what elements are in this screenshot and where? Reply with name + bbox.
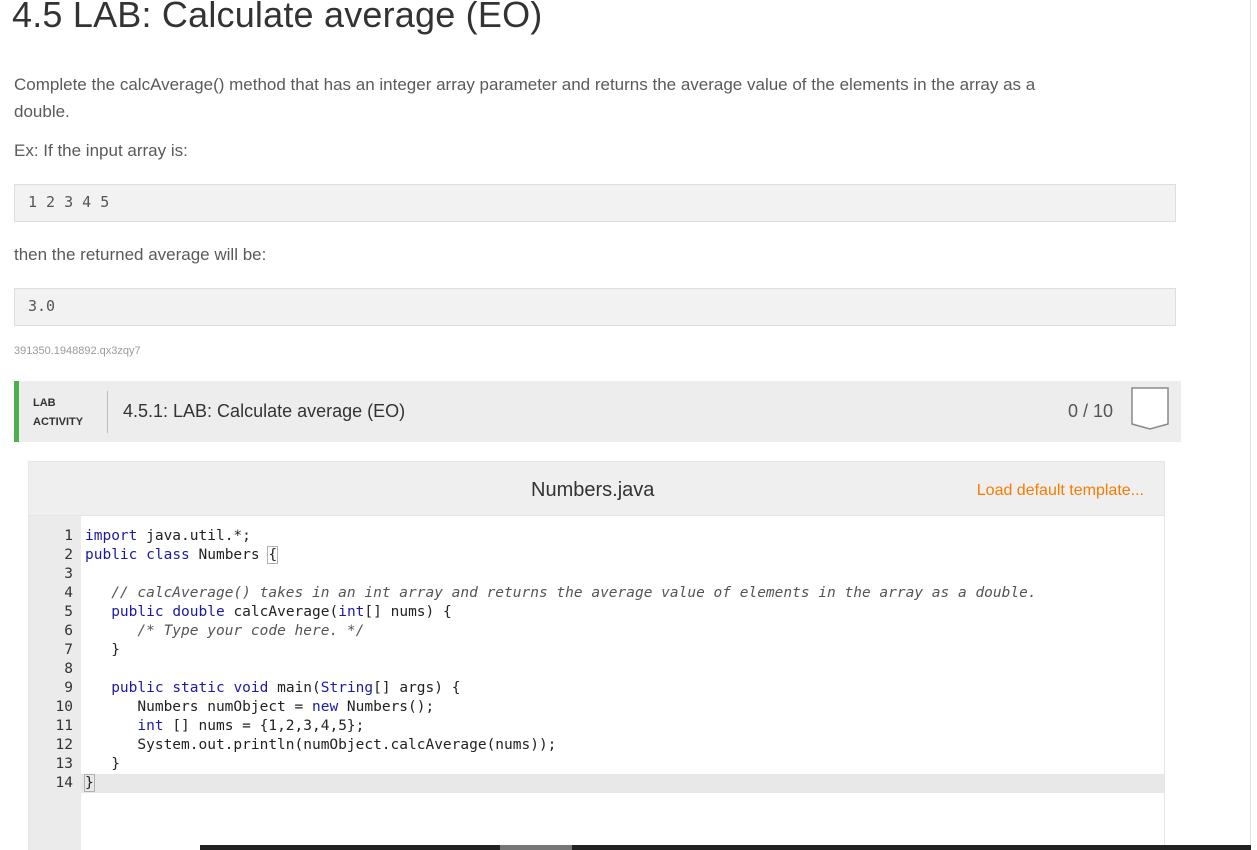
line-number: 6 (64, 623, 73, 639)
code-line[interactable]: int [] nums = {1,2,3,4,5}; (85, 717, 364, 736)
completion-badge-icon (1131, 387, 1169, 430)
code-line[interactable]: Numbers numObject = new Numbers(); (85, 698, 434, 717)
code-line[interactable]: public static void main(String[] args) { (85, 679, 460, 698)
line-number: 1 (64, 528, 73, 544)
lab-tag-line-1: LAB (33, 397, 56, 409)
lab-activity-name: 4.5.1: LAB: Calculate average (EO) (123, 401, 406, 421)
line-number: 12 (55, 737, 73, 753)
line-number: 3 (64, 566, 73, 582)
description-line-2: double. (14, 102, 70, 121)
file-name: Numbers.java (531, 479, 655, 501)
line-number-gutter: 1 2 3 4 5 6 7 8 9 10 11 12 13 14 (29, 516, 82, 850)
description-line-1: Complete the calcAverage() method that h… (14, 75, 1036, 94)
then-text: then the returned average will be: (14, 245, 267, 264)
code-text-area[interactable]: import java.util.*; public class Numbers… (81, 516, 1164, 850)
editor-header: Numbers.java Load default template... (29, 462, 1164, 516)
code-line[interactable]: } (85, 755, 120, 774)
line-number: 10 (55, 699, 73, 715)
load-default-template-link[interactable]: Load default template... (977, 482, 1144, 500)
lab-activity-header: LAB ACTIVITY 4.5.1: LAB: Calculate avera… (14, 381, 1181, 442)
active-line-highlight (81, 774, 1164, 793)
code-line[interactable]: import java.util.*; (85, 527, 251, 546)
line-number: 7 (64, 642, 73, 658)
code-line[interactable]: public class Numbers { (85, 546, 279, 565)
page-title: 4.5 LAB: Calculate average (EO) (12, 0, 543, 35)
line-number: 11 (55, 718, 73, 734)
lab-tag-line-2: ACTIVITY (33, 416, 84, 428)
line-number: 9 (64, 680, 73, 696)
line-number: 8 (64, 661, 73, 677)
line-number: 5 (64, 604, 73, 620)
line-number: 14 (55, 775, 73, 791)
code-line[interactable]: /* Type your code here. */ (85, 622, 364, 641)
line-number: 2 (64, 547, 73, 563)
code-line[interactable]: } (85, 641, 120, 660)
lab-header-divider (107, 391, 108, 433)
line-number: 4 (64, 585, 73, 601)
scrollbar-thumb[interactable] (500, 845, 572, 850)
code-line[interactable]: // calcAverage() takes in an int array a… (85, 584, 1036, 603)
lab-activity-tag: LAB ACTIVITY (33, 394, 83, 432)
lab-id: 391350.1948892.qx3zqy7 (14, 345, 141, 357)
code-line[interactable]: public double calcAverage(int[] nums) { (85, 603, 452, 622)
code-line[interactable]: System.out.println(numObject.calcAverage… (85, 736, 556, 755)
code-line[interactable]: } (84, 774, 95, 793)
code-editor: Numbers.java Load default template... 1 … (28, 461, 1165, 850)
line-number: 13 (55, 756, 73, 772)
example-output-box: 3.0 (14, 288, 1176, 326)
example-input-box: 1 2 3 4 5 (14, 184, 1176, 222)
page-right-border (1250, 0, 1251, 850)
lab-score: 0 / 10 (1068, 401, 1114, 421)
example-intro: Ex: If the input array is: (14, 141, 188, 160)
horizontal-scrollbar[interactable] (200, 845, 1251, 850)
